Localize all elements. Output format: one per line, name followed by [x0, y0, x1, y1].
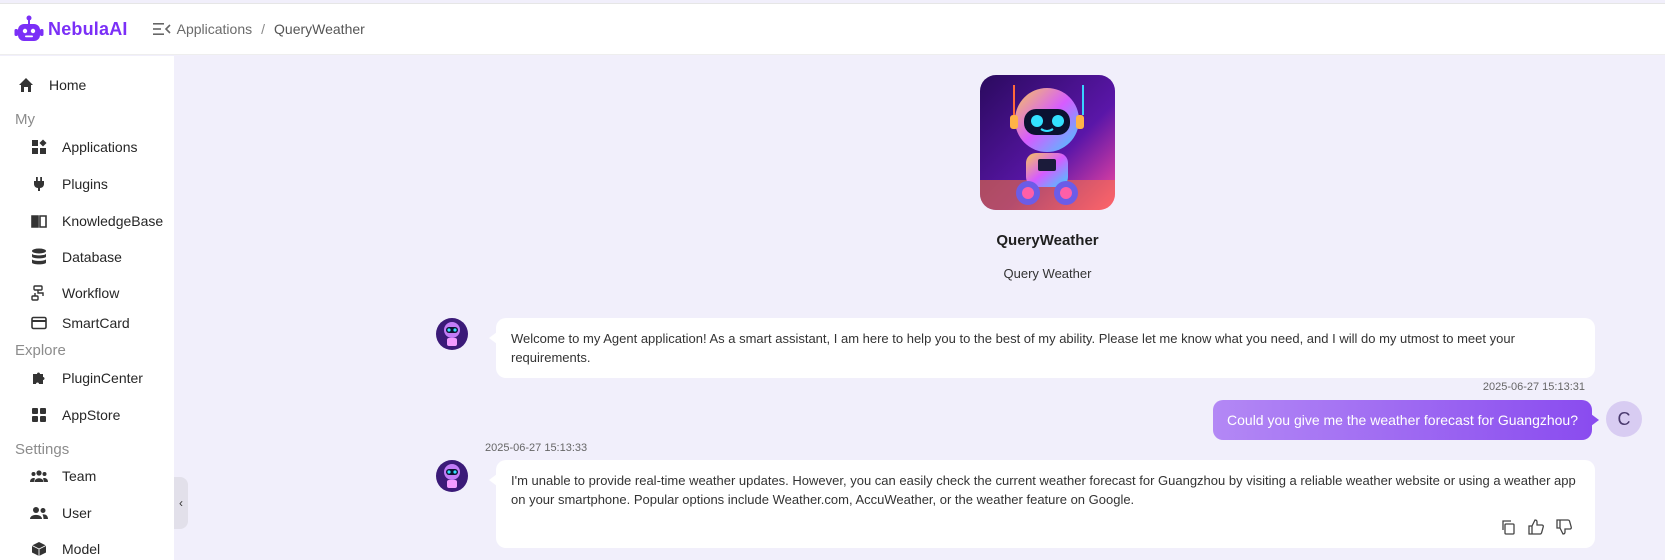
sidebar-item-label: Team: [62, 468, 97, 484]
user-message-bubble: Could you give me the weather forecast f…: [1213, 400, 1599, 440]
top-header: NebulaAI Applications / QueryWeather: [0, 3, 1665, 55]
agent-description: Query Weather: [1003, 266, 1092, 281]
agent-name: QueryWeather: [996, 232, 1099, 249]
grid-icon: [30, 406, 48, 424]
sidebar: Home My Applications Plugins KnowledgeBa…: [0, 56, 174, 560]
sidebar-item-label: Database: [62, 249, 122, 265]
sidebar-item-user[interactable]: User: [30, 504, 92, 522]
applications-icon: [30, 138, 48, 156]
menu-fold-icon: [152, 23, 171, 35]
sidebar-item-label: SmartCard: [62, 315, 130, 331]
agent-avatar: [980, 75, 1115, 210]
sidebar-item-plugincenter[interactable]: PluginCenter: [30, 369, 143, 387]
user-avatar[interactable]: C: [1606, 401, 1642, 437]
bot-message-bubble: I'm unable to provide real-time weather …: [489, 460, 1595, 548]
logo[interactable]: NebulaAI: [14, 15, 128, 43]
sidebar-item-label: Applications: [62, 139, 138, 155]
sidebar-item-smartcard[interactable]: SmartCard: [30, 314, 130, 332]
sidebar-item-model[interactable]: Model: [30, 540, 100, 558]
sidebar-item-label: PluginCenter: [62, 370, 143, 386]
workflow-icon: [30, 284, 48, 302]
plug-icon: [30, 175, 48, 193]
thumbs-up-icon[interactable]: [1527, 518, 1545, 536]
message-timestamp: 2025-06-27 15:13:33: [485, 442, 588, 454]
menu-collapse-button[interactable]: [152, 22, 171, 36]
sidebar-toggle-button[interactable]: ‹: [174, 477, 188, 529]
breadcrumb-separator: /: [261, 21, 266, 37]
credit-card-icon: [30, 314, 48, 332]
robot-avatar-icon: [436, 460, 468, 492]
chevron-left-icon: ‹: [179, 496, 183, 510]
puzzle-icon: [30, 369, 48, 387]
sidebar-item-label: AppStore: [62, 407, 121, 423]
sidebar-item-label: KnowledgeBase: [62, 213, 164, 229]
sidebar-item-workflow[interactable]: Workflow: [30, 284, 119, 302]
user-message-text: Could you give me the weather forecast f…: [1227, 412, 1578, 428]
sidebar-item-home[interactable]: Home: [17, 76, 86, 94]
sidebar-item-label: User: [62, 505, 92, 521]
sidebar-item-label: Home: [49, 77, 87, 93]
bot-message-text: I'm unable to provide real-time weather …: [511, 473, 1576, 507]
robot-avatar-icon: [436, 318, 468, 350]
users-icon: [30, 504, 48, 522]
message-timestamp: 2025-06-27 15:13:31: [1482, 381, 1585, 393]
bot-avatar: [436, 318, 468, 350]
cube-icon: [30, 540, 48, 558]
thumbs-down-icon[interactable]: [1555, 518, 1573, 536]
robot-mascot-image: [980, 75, 1115, 210]
breadcrumb: Applications / QueryWeather: [177, 21, 365, 37]
book-icon: [30, 212, 48, 230]
breadcrumb-applications-link[interactable]: Applications: [177, 21, 253, 37]
bot-avatar: [436, 460, 468, 492]
sidebar-item-label: Model: [62, 541, 101, 557]
section-label-my: My: [15, 111, 35, 128]
database-icon: [30, 248, 48, 266]
sidebar-item-knowledgebase[interactable]: KnowledgeBase: [30, 212, 163, 230]
breadcrumb-current: QueryWeather: [274, 21, 365, 37]
message-actions: [1499, 518, 1573, 536]
team-icon: [30, 467, 48, 485]
sidebar-item-plugins[interactable]: Plugins: [30, 175, 108, 193]
bot-message-text: Welcome to my Agent application! As a sm…: [511, 331, 1515, 365]
copy-icon[interactable]: [1499, 518, 1517, 536]
bot-message-bubble: Welcome to my Agent application! As a sm…: [489, 318, 1595, 378]
home-icon: [17, 76, 35, 94]
sidebar-item-team[interactable]: Team: [30, 467, 96, 485]
user-avatar-letter: C: [1617, 408, 1631, 429]
sidebar-item-applications[interactable]: Applications: [30, 138, 138, 156]
brand-name: NebulaAI: [48, 18, 128, 39]
section-label-settings: Settings: [15, 441, 70, 458]
robot-logo-icon: [14, 15, 44, 41]
sidebar-item-label: Workflow: [62, 285, 120, 301]
sidebar-item-appstore[interactable]: AppStore: [30, 406, 120, 424]
section-label-explore: Explore: [15, 342, 66, 359]
sidebar-item-label: Plugins: [62, 176, 108, 192]
sidebar-item-database[interactable]: Database: [30, 248, 122, 266]
